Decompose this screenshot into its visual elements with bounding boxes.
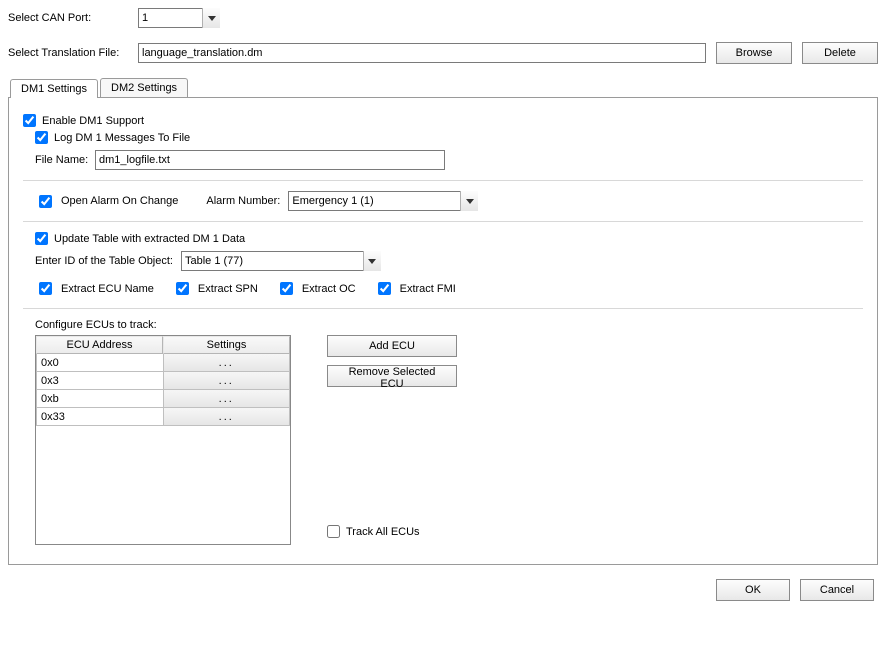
ecu-col-settings[interactable]: Settings xyxy=(163,336,290,354)
table-row[interactable]: 0x33... xyxy=(36,408,290,426)
extract-spn-checkbox[interactable] xyxy=(176,282,189,295)
log-dm1-checkbox[interactable] xyxy=(35,131,48,144)
tab-dm2-settings[interactable]: DM2 Settings xyxy=(100,78,188,97)
ecu-settings-button[interactable]: ... xyxy=(164,354,291,372)
table-id-select-wrap: Table 1 (77) xyxy=(181,251,381,271)
translation-file-label: Select Translation File: xyxy=(8,47,138,59)
ecu-address-cell[interactable]: 0x0 xyxy=(36,354,164,372)
ecu-address-cell[interactable]: 0x33 xyxy=(36,408,164,426)
ecu-settings-button[interactable]: ... xyxy=(164,372,291,390)
update-table-label: Update Table with extracted DM 1 Data xyxy=(54,233,245,245)
alarm-number-select-wrap: Emergency 1 (1) xyxy=(288,191,478,211)
open-alarm-checkbox[interactable] xyxy=(39,195,52,208)
extract-ecu-label: Extract ECU Name xyxy=(61,283,154,295)
extract-fmi-checkbox[interactable] xyxy=(378,282,391,295)
can-port-select[interactable]: 1 xyxy=(138,8,220,28)
table-id-select[interactable]: Table 1 (77) xyxy=(181,251,381,271)
configure-ecus-label: Configure ECUs to track: xyxy=(35,319,863,331)
table-row[interactable]: 0x3... xyxy=(36,372,290,390)
ecu-col-address[interactable]: ECU Address xyxy=(36,336,163,354)
ecu-address-cell[interactable]: 0x3 xyxy=(36,372,164,390)
tab-panel-dm1: Enable DM1 Support Log DM 1 Messages To … xyxy=(8,97,878,565)
alarm-number-select[interactable]: Emergency 1 (1) xyxy=(288,191,478,211)
translation-file-input[interactable] xyxy=(138,43,706,63)
track-all-ecus-label: Track All ECUs xyxy=(346,526,420,538)
add-ecu-button[interactable]: Add ECU xyxy=(327,335,457,357)
ecu-address-cell[interactable]: 0xb xyxy=(36,390,164,408)
table-id-label: Enter ID of the Table Object: xyxy=(35,255,177,267)
extract-spn-label: Extract SPN xyxy=(198,283,258,295)
ecu-settings-button[interactable]: ... xyxy=(164,408,291,426)
log-dm1-label: Log DM 1 Messages To File xyxy=(54,132,190,144)
table-row[interactable]: 0xb... xyxy=(36,390,290,408)
remove-ecu-button[interactable]: Remove Selected ECU xyxy=(327,365,457,387)
table-row[interactable]: 0x0... xyxy=(36,354,290,372)
enable-dm1-label: Enable DM1 Support xyxy=(42,115,144,127)
delete-button[interactable]: Delete xyxy=(802,42,878,64)
ecu-table: ECU Address Settings 0x0...0x3...0xb...0… xyxy=(35,335,291,545)
extract-oc-label: Extract OC xyxy=(302,283,356,295)
cancel-button[interactable]: Cancel xyxy=(800,579,874,601)
enable-dm1-checkbox[interactable] xyxy=(23,114,36,127)
browse-button[interactable]: Browse xyxy=(716,42,792,64)
ok-button[interactable]: OK xyxy=(716,579,790,601)
tab-dm1-settings[interactable]: DM1 Settings xyxy=(10,79,98,98)
update-table-checkbox[interactable] xyxy=(35,232,48,245)
ecu-settings-button[interactable]: ... xyxy=(164,390,291,408)
can-port-label: Select CAN Port: xyxy=(8,12,138,24)
can-port-select-wrap: 1 xyxy=(138,8,220,28)
open-alarm-label: Open Alarm On Change xyxy=(61,195,178,207)
file-name-label: File Name: xyxy=(35,154,95,166)
track-all-ecus-checkbox[interactable] xyxy=(327,525,340,538)
extract-oc-checkbox[interactable] xyxy=(280,282,293,295)
extract-ecu-checkbox[interactable] xyxy=(39,282,52,295)
extract-fmi-label: Extract FMI xyxy=(400,283,456,295)
file-name-input[interactable] xyxy=(95,150,445,170)
alarm-number-label: Alarm Number: xyxy=(206,195,284,207)
